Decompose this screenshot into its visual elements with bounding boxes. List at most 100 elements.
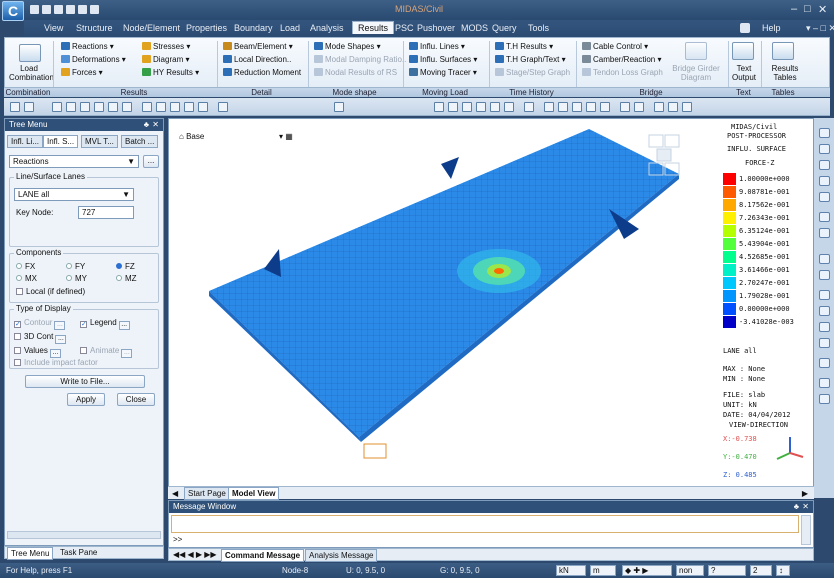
menu-node-element[interactable]: Node/Element [123, 23, 180, 33]
ribbon-minimize-icon[interactable]: ▾ – □ ✕ [806, 23, 834, 34]
animation-icon[interactable] [682, 102, 692, 112]
tab-task-pane[interactable]: Task Pane [57, 547, 100, 558]
component-fx-radio[interactable]: FX [16, 262, 35, 271]
play-icon[interactable] [476, 102, 486, 112]
length-unit-select[interactable]: m [590, 565, 616, 576]
select-previous-icon[interactable] [122, 102, 132, 112]
menu-query[interactable]: Query [492, 23, 517, 33]
help-question-icon[interactable]: ? [708, 565, 746, 576]
tab-start-page[interactable]: Start Page [184, 487, 230, 500]
hy-results-button[interactable]: HY Results ▾ [142, 68, 199, 77]
lane-select[interactable]: LANE all ▼ [14, 188, 134, 201]
forces-button[interactable]: Forces ▾ [61, 68, 103, 77]
restore-icon[interactable]: □ [804, 3, 811, 15]
zoom-fit-icon[interactable] [142, 102, 152, 112]
rotate-side-icon[interactable] [819, 212, 830, 222]
menu-load[interactable]: Load [280, 23, 300, 33]
tab-analysis-message[interactable]: Analysis Message [305, 549, 378, 562]
copy-icon[interactable] [819, 338, 830, 348]
results-tables-button[interactable]: Results Tables [765, 64, 805, 82]
values-checkbox[interactable]: Values... [14, 346, 61, 358]
iso-view-icon[interactable] [544, 102, 554, 112]
snap-controls[interactable]: ◆ ✚ ▶ [622, 565, 672, 576]
pan-icon[interactable] [170, 102, 180, 112]
forward-icon[interactable] [24, 102, 34, 112]
animate-options-button[interactable]: ... [121, 349, 133, 358]
hide-icon[interactable] [819, 270, 830, 280]
menu-pushover[interactable]: Pushover [417, 23, 455, 33]
shrink-icon[interactable] [462, 102, 472, 112]
tab-scroll-left-icon[interactable]: ◀ [172, 489, 178, 498]
component-mz-radio[interactable]: MZ [116, 274, 137, 283]
zoom-window-side-icon[interactable] [819, 176, 830, 186]
view-cube-center[interactable] [656, 148, 672, 162]
tab-mvl-tracer[interactable]: MVL T... [81, 135, 118, 148]
message-pin-icon[interactable]: ♣ [794, 502, 799, 511]
cursor-icon[interactable] [218, 102, 228, 112]
reactions-button[interactable]: Reactions ▾ [61, 42, 114, 51]
text-output-icon[interactable] [732, 42, 754, 60]
print-icon[interactable] [66, 5, 75, 14]
perspective-icon[interactable] [524, 102, 534, 112]
side-view-icon[interactable] [586, 102, 596, 112]
shading-icon[interactable] [504, 102, 514, 112]
menu-psc[interactable]: PSC [395, 23, 414, 33]
menu-results[interactable]: Results [352, 21, 395, 34]
camber-reaction-button[interactable]: Camber/Reaction ▾ [582, 55, 662, 64]
legend-options-button[interactable]: ... [118, 321, 130, 330]
component-fy-radio[interactable]: FY [66, 262, 85, 271]
back-icon[interactable] [10, 102, 20, 112]
report-icon[interactable] [819, 394, 830, 404]
menu-view[interactable]: View [44, 23, 63, 33]
tab-batch[interactable]: Batch ... [121, 135, 159, 148]
modal-damping-button[interactable]: Modal Damping Ratio.. [314, 55, 406, 64]
mode-shapes-button[interactable]: Mode Shapes ▾ [314, 42, 381, 51]
redraw-icon[interactable] [198, 102, 208, 112]
contour-options-button[interactable]: ... [54, 321, 66, 330]
nodal-results-rs-button[interactable]: Nodal Results of RS [314, 68, 397, 77]
cable-control-button[interactable]: Cable Control ▾ [582, 42, 648, 51]
load-combination-icon[interactable] [19, 44, 41, 62]
node-number-icon[interactable] [434, 102, 444, 112]
message-close-icon[interactable]: ✕ [802, 502, 809, 511]
grid-icon[interactable] [620, 102, 630, 112]
menu-tools[interactable]: Tools [528, 23, 549, 33]
pin-icon[interactable]: ♣ [144, 120, 149, 129]
menu-structure[interactable]: Structure [76, 23, 113, 33]
zoom-window-icon[interactable] [156, 102, 166, 112]
values-options-button[interactable]: ... [49, 349, 61, 358]
zoom-in-icon[interactable] [819, 128, 830, 138]
rotate-icon[interactable] [184, 102, 194, 112]
select-icon[interactable] [52, 102, 62, 112]
impact-factor-checkbox[interactable]: Include impact factor [14, 358, 98, 367]
graph-icon[interactable] [819, 358, 830, 368]
view-cube-1[interactable] [648, 134, 664, 148]
reduction-moment-button[interactable]: Reduction Moment [223, 68, 301, 77]
animate-checkbox[interactable]: Animate... [80, 346, 133, 358]
dynamic-view-icon[interactable] [819, 228, 830, 238]
tree-close-icon[interactable]: ✕ [152, 120, 159, 129]
tab-influence-surface[interactable]: Infl. S... [43, 135, 79, 148]
view-cube-2[interactable] [664, 134, 680, 148]
minimize-icon[interactable]: – [791, 3, 797, 15]
component-mx-radio[interactable]: MX [16, 274, 37, 283]
menu-boundary[interactable]: Boundary [234, 23, 273, 33]
select-all-icon[interactable] [108, 102, 118, 112]
tab-model-view[interactable]: Model View [228, 487, 280, 500]
load-combination-button[interactable]: Load Combination [9, 64, 54, 82]
component-my-radio[interactable]: MY [66, 274, 87, 283]
influ-surfaces-button[interactable]: Influ. Surfaces ▾ [409, 55, 477, 64]
message-tab-nav-icon[interactable]: ◀◀ ◀ ▶ ▶▶ [173, 550, 217, 559]
named-view-icon[interactable] [819, 306, 830, 316]
legend-checkbox[interactable]: ✓ Legend... [80, 318, 130, 330]
pan-side-icon[interactable] [819, 192, 830, 202]
select-window-icon[interactable] [66, 102, 76, 112]
close-icon[interactable]: ✕ [818, 3, 827, 16]
top-view-icon[interactable] [558, 102, 568, 112]
close-button[interactable]: Close [117, 393, 155, 406]
text-output-button[interactable]: Text Output [729, 64, 759, 82]
select-polygon-icon[interactable] [80, 102, 90, 112]
bottom-view-icon[interactable] [600, 102, 610, 112]
contour-checkbox[interactable]: ✓ Contour... [14, 318, 66, 330]
bridge-girder-button[interactable]: Bridge Girder Diagram [667, 64, 725, 82]
